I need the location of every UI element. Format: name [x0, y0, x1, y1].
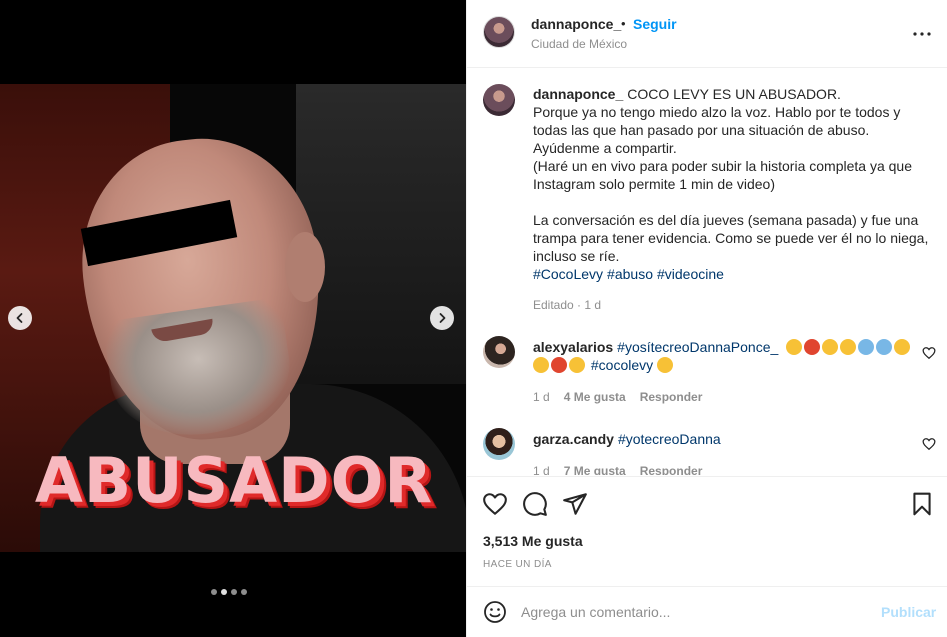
caption-line: Ayúdenme a compartir.: [533, 140, 677, 156]
hashtag-link[interactable]: #yosítecreoDannaPonce_: [617, 339, 778, 355]
heart-icon: [483, 493, 507, 515]
hashtag-link[interactable]: #abuso: [607, 266, 653, 282]
grimace-emoji-icon: [894, 339, 911, 355]
carousel-indicator: [211, 589, 247, 595]
more-options-icon: [913, 32, 931, 36]
post-side-panel: dannaponce_ • Seguir Ciudad de México da…: [466, 0, 947, 637]
bookmark-icon: [913, 492, 931, 516]
comment-composer: Publicar: [467, 586, 947, 637]
comment-like-button[interactable]: [922, 346, 936, 360]
save-button[interactable]: [909, 491, 935, 517]
emoji-picker-button[interactable]: [483, 600, 507, 624]
comments-scroll-area[interactable]: dannaponce_ COCO LEVY ES UN ABUSADOR. Por…: [467, 68, 947, 475]
comment-text: garza.candy #yotecreoDanna: [533, 430, 923, 448]
heart-icon: [922, 347, 936, 360]
share-button[interactable]: [562, 491, 588, 517]
like-button[interactable]: [482, 491, 508, 517]
post-location[interactable]: Ciudad de México: [531, 37, 627, 51]
photo-ear: [285, 232, 325, 302]
follow-button[interactable]: Seguir: [633, 16, 677, 32]
sad-sweat-emoji-icon: [858, 339, 875, 355]
commenter-avatar[interactable]: [483, 336, 515, 368]
post-caption: dannaponce_ COCO LEVY ES UN ABUSADOR. Por…: [533, 85, 933, 283]
post-media: ABUSADOR: [0, 0, 466, 637]
comment-text: alexyalarios #yosítecreoDannaPonce_ #coco…: [533, 338, 923, 374]
comment-input[interactable]: [521, 601, 861, 623]
send-icon: [563, 493, 587, 515]
caption-avatar[interactable]: [483, 84, 515, 116]
image-overlay-text: ABUSADOR: [34, 444, 434, 517]
chevron-right-icon: [439, 313, 446, 323]
frown-emoji-icon: [822, 339, 839, 355]
chevron-left-icon: [16, 313, 23, 323]
caption-edited-time: Editado · 1 d: [533, 298, 602, 312]
comment-likes[interactable]: 7 Me gusta: [564, 464, 626, 475]
carousel-dot: [211, 589, 217, 595]
post-timestamp[interactable]: HACE UN DÍA: [483, 559, 552, 570]
fearful-emoji-icon: [876, 339, 893, 355]
astonished-emoji-icon: [786, 339, 803, 355]
photo-background-right: [296, 84, 466, 384]
comment-likes[interactable]: 4 Me gusta: [564, 390, 626, 404]
comment-time[interactable]: 1 d: [533, 464, 550, 475]
angry-emoji-icon: [804, 339, 821, 355]
carousel-dot: [231, 589, 237, 595]
disappointed-emoji-icon: [840, 339, 857, 355]
more-options-button[interactable]: [910, 22, 934, 46]
comment-icon: [523, 492, 547, 516]
post-actions: 3,513 Me gusta HACE UN DÍA: [467, 476, 947, 586]
comment-button[interactable]: [522, 491, 548, 517]
caption-line: La conversación es del día jueves (seman…: [533, 212, 929, 264]
caption-line: COCO LEVY ES UN ABUSADOR.: [627, 86, 841, 102]
heart-icon: [922, 438, 936, 451]
carousel-dot: [241, 589, 247, 595]
post-header: dannaponce_ • Seguir Ciudad de México: [467, 0, 947, 68]
comment-meta: 1 d 7 Me gusta Responder: [533, 464, 702, 475]
separator-dot: •: [621, 16, 626, 31]
comment-meta: 1 d 4 Me gusta Responder: [533, 390, 702, 404]
likes-count[interactable]: 3,513 Me gusta: [483, 533, 583, 549]
carousel-prev-button[interactable]: [8, 306, 32, 330]
comment-time[interactable]: 1 d: [533, 390, 550, 404]
sad-emoji-icon: [657, 357, 674, 373]
author-avatar[interactable]: [483, 16, 515, 48]
hashtag-link[interactable]: #cocolevy: [591, 357, 653, 373]
carousel-dot-active: [221, 589, 227, 595]
hashtag-link[interactable]: #CocoLevy: [533, 266, 603, 282]
caption-line: (Haré un en vivo para poder subir la his…: [533, 158, 912, 192]
post-photo[interactable]: ABUSADOR: [0, 84, 466, 552]
smiley-icon: [484, 601, 506, 623]
commenter-avatar[interactable]: [483, 428, 515, 460]
confused-emoji-icon: [569, 357, 585, 373]
author-username[interactable]: dannaponce_: [531, 16, 621, 32]
comment-like-button[interactable]: [922, 437, 936, 451]
caption-line: Porque ya no tengo miedo alzo la voz. Ha…: [533, 104, 901, 138]
hashtag-link[interactable]: #videocine: [657, 266, 724, 282]
reply-button[interactable]: Responder: [640, 390, 703, 404]
tired-emoji-icon: [533, 357, 549, 373]
carousel-next-button[interactable]: [430, 306, 454, 330]
caption-username[interactable]: dannaponce_: [533, 86, 623, 102]
pouting-emoji-icon: [551, 357, 567, 373]
publish-button[interactable]: Publicar: [881, 604, 936, 620]
commenter-username[interactable]: alexyalarios: [533, 339, 613, 355]
reply-button[interactable]: Responder: [640, 464, 703, 475]
hashtag-link[interactable]: #yotecreoDanna: [618, 431, 721, 447]
commenter-username[interactable]: garza.candy: [533, 431, 614, 447]
